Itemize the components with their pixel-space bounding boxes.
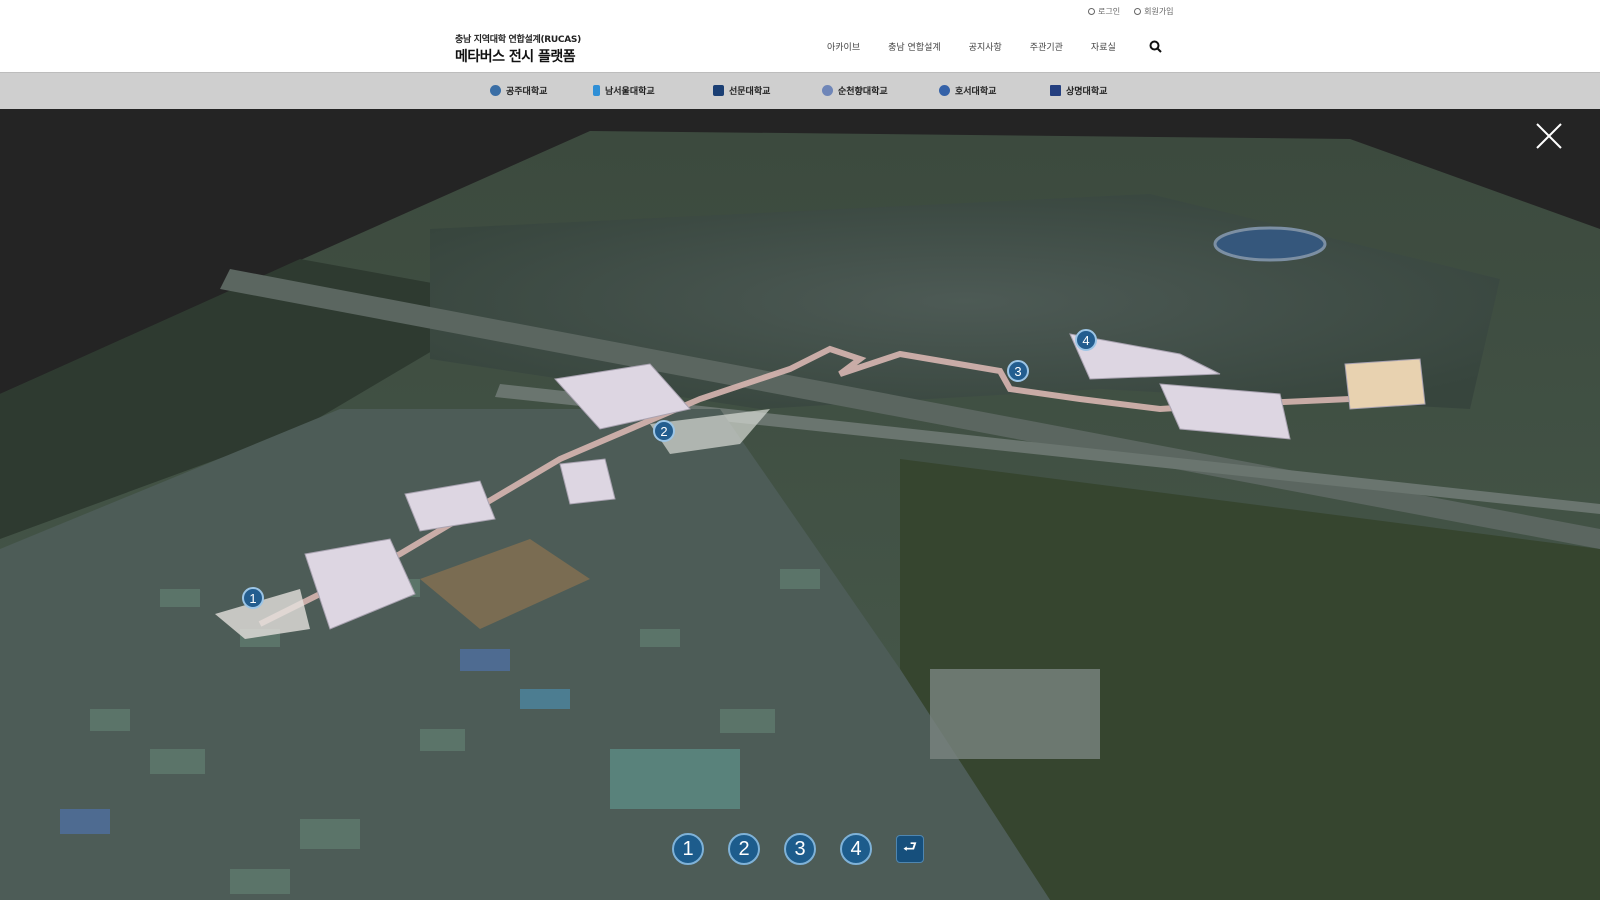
nav-notice[interactable]: 공지사항	[969, 40, 1002, 53]
login-link[interactable]: 로그인	[1088, 6, 1120, 17]
site-header: 로그인 회원가입 충남 지역대학 연합설계(RUCAS) 메타버스 전시 플랫폼…	[0, 0, 1600, 72]
return-arrow-icon[interactable]: ⮐	[896, 835, 924, 863]
soonchunhyang-emblem-icon	[822, 85, 833, 96]
viewpoint-button-1[interactable]: 1	[672, 833, 704, 865]
close-icon[interactable]	[1534, 121, 1564, 151]
viewpoint-nav: 1 2 3 4 ⮐	[672, 833, 924, 865]
main-nav: 아카이브 충남 연합설계 공지사항 주관기관 자료실	[827, 40, 1144, 53]
search-icon[interactable]	[1149, 40, 1162, 53]
stadium	[1213, 226, 1327, 262]
sangmyung-emblem-icon	[1050, 85, 1061, 96]
logo-subtitle: 충남 지역대학 연합설계(RUCAS)	[455, 35, 581, 45]
map-marker-2[interactable]: 2	[653, 420, 675, 442]
aerial-map-scene	[0, 131, 1600, 900]
viewpoint-button-3[interactable]: 3	[784, 833, 816, 865]
map-marker-4[interactable]: 4	[1075, 329, 1097, 351]
nav-archive[interactable]: 아카이브	[827, 40, 860, 53]
user-icon	[1134, 8, 1142, 15]
kongju-emblem-icon	[490, 85, 501, 96]
nav-organizer[interactable]: 주관기관	[1030, 40, 1063, 53]
sunmoon-emblem-icon	[713, 85, 724, 96]
signup-link[interactable]: 회원가입	[1134, 6, 1174, 17]
nav-joint-design[interactable]: 충남 연합설계	[888, 40, 941, 53]
power-icon	[1088, 8, 1095, 15]
university-bar: 공주대학교 남서울대학교 선문대학교 순천향대학교 호서대학교 상명대학교	[0, 72, 1600, 109]
uni-tab-hoseo[interactable]: 호서대학교	[939, 84, 996, 97]
uni-tab-sangmyung[interactable]: 상명대학교	[1050, 84, 1107, 97]
viewpoint-button-4[interactable]: 4	[840, 833, 872, 865]
map-marker-3[interactable]: 3	[1007, 360, 1029, 382]
uni-tab-soonchunhyang[interactable]: 순천향대학교	[822, 84, 888, 97]
viewpoint-button-2[interactable]: 2	[728, 833, 760, 865]
site-logo[interactable]: 충남 지역대학 연합설계(RUCAS) 메타버스 전시 플랫폼	[455, 32, 581, 66]
namseoul-emblem-icon	[593, 85, 600, 96]
uni-tab-kongju[interactable]: 공주대학교	[490, 84, 547, 97]
uni-tab-namseoul[interactable]: 남서울대학교	[593, 84, 655, 97]
metaverse-viewer[interactable]: 1 2 3 4 1 2 3 4 ⮐	[0, 109, 1600, 900]
utility-links: 로그인 회원가입	[1088, 6, 1174, 17]
uni-tab-sunmoon[interactable]: 선문대학교	[713, 84, 770, 97]
logo-title: 메타버스 전시 플랫폼	[455, 49, 576, 65]
nav-resources[interactable]: 자료실	[1091, 40, 1116, 53]
map-marker-1[interactable]: 1	[242, 587, 264, 609]
hoseo-emblem-icon	[939, 85, 950, 96]
